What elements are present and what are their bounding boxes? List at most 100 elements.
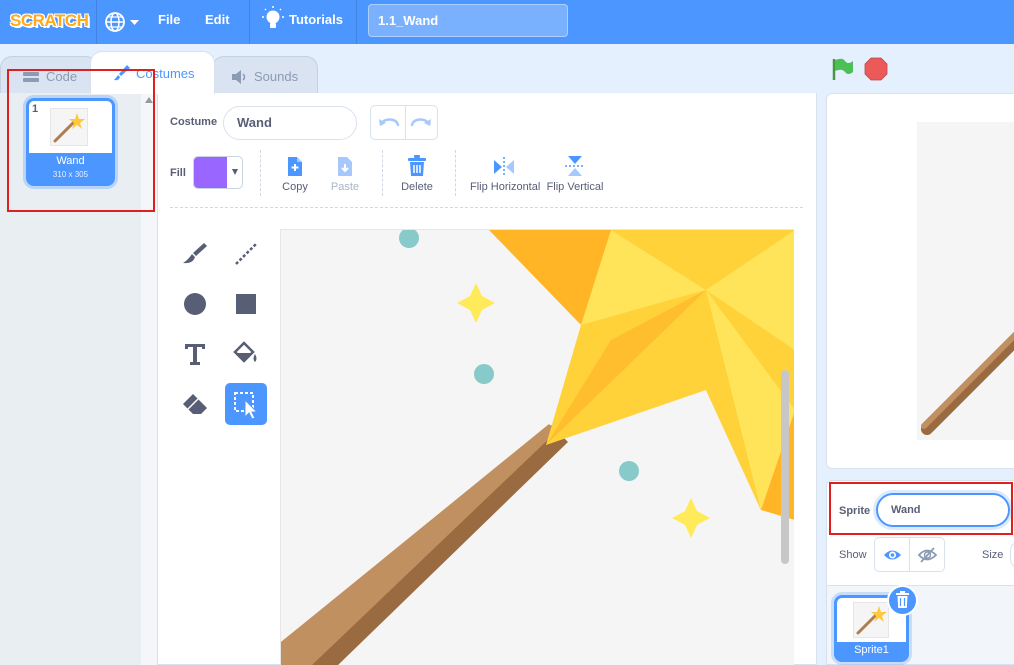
menu-divider — [249, 0, 250, 44]
rectangle-tool-button[interactable] — [225, 283, 267, 325]
costume-number: 1 — [32, 103, 39, 115]
size-label: Size — [982, 549, 1004, 561]
flip-horizontal-label: Flip Horizontal — [470, 181, 541, 193]
undo-redo-group — [370, 105, 438, 140]
editor-toolbar-divider — [170, 207, 803, 208]
stage-preview — [917, 122, 1014, 440]
brush-tool-icon — [183, 243, 207, 264]
stop-icon — [864, 57, 888, 81]
flip-vertical-icon — [565, 156, 585, 176]
canvas-scrollbar[interactable] — [781, 370, 789, 564]
paste-button[interactable]: Paste — [325, 150, 365, 198]
circle-tool-button[interactable] — [174, 283, 216, 325]
paint-bucket-icon — [233, 341, 257, 363]
toolbar-divider — [382, 150, 383, 196]
show-hidden-button[interactable] — [909, 537, 945, 572]
tab-code-label: Code — [46, 69, 78, 84]
menu-divider — [96, 0, 97, 44]
flip-horizontal-icon — [494, 157, 514, 177]
fill-label: Fill — [170, 167, 186, 179]
costume-dimensions: 310 x 305 — [52, 170, 89, 179]
edit-menu[interactable]: Edit — [205, 0, 230, 44]
sprite-thumbnail — [853, 602, 889, 638]
text-icon — [185, 344, 205, 365]
trash-icon — [896, 591, 909, 608]
delete-button[interactable]: Delete — [397, 150, 437, 198]
eye-icon — [884, 550, 901, 560]
wand-stick — [281, 424, 556, 665]
scratch-logo[interactable]: SCRATCH — [10, 6, 89, 36]
copy-icon — [288, 157, 302, 176]
sprite-name-input[interactable]: Wand — [876, 493, 1010, 527]
project-title-input[interactable]: 1.1_Wand — [368, 4, 568, 37]
costume-name: Wand — [56, 155, 85, 167]
undo-icon[interactable] — [371, 106, 405, 139]
sprite-name: Sprite1 — [854, 644, 889, 656]
toolbar-divider — [260, 150, 261, 196]
copy-button[interactable]: Copy — [275, 150, 315, 198]
line-icon — [235, 243, 257, 265]
text-tool-button[interactable] — [174, 333, 216, 375]
costume-list-scrollbar[interactable] — [141, 93, 157, 665]
paste-label: Paste — [330, 181, 360, 193]
sparkle-dot — [474, 364, 494, 384]
show-label: Show — [839, 549, 867, 561]
flip-horizontal-button[interactable]: Flip Horizontal — [470, 150, 541, 198]
brush-icon — [114, 65, 130, 81]
costume-item[interactable]: 1 Wand 310 x 305 — [26, 98, 115, 186]
speaker-icon — [232, 70, 246, 84]
code-icon — [23, 72, 39, 82]
rectangle-icon — [236, 294, 256, 314]
line-tool-button[interactable] — [225, 233, 267, 275]
toolbar-divider — [455, 150, 456, 196]
tab-code[interactable]: Code — [0, 56, 98, 94]
sprite-name-label: Sprite — [839, 505, 871, 517]
select-tool-button[interactable] — [225, 383, 267, 425]
redo-icon[interactable] — [405, 106, 439, 139]
menu-bar: SCRATCH File Edit Tutorials 1.1_Wand — [0, 0, 1014, 44]
fill-color-swatch — [194, 157, 227, 188]
tab-sounds[interactable]: Sounds — [212, 56, 318, 94]
globe-icon — [105, 12, 139, 32]
tab-costumes-label: Costumes — [136, 66, 195, 81]
sparkle-dot — [619, 461, 639, 481]
stop-button[interactable] — [864, 57, 888, 81]
paint-canvas[interactable] — [280, 229, 794, 665]
stage[interactable] — [826, 93, 1014, 469]
green-flag-button[interactable] — [831, 57, 855, 81]
scroll-up-arrow-icon[interactable] — [145, 97, 153, 103]
sparkle-star — [672, 498, 710, 538]
tutorials-label: Tutorials — [289, 12, 343, 27]
scratch-logo-text: SCRATCH — [10, 11, 89, 30]
tab-costumes[interactable]: Costumes — [90, 51, 215, 94]
brush-tool-button[interactable] — [174, 233, 216, 275]
circle-icon — [184, 293, 206, 315]
chevron-down-icon — [232, 169, 238, 175]
sparkle-star — [457, 283, 495, 323]
sparkle-dot — [399, 230, 419, 248]
file-menu[interactable]: File — [158, 0, 180, 44]
delete-label: Delete — [401, 181, 433, 193]
eye-slash-icon — [917, 547, 938, 563]
costume-name-input[interactable]: Wand — [223, 106, 357, 140]
flip-vertical-button[interactable]: Flip Vertical — [545, 150, 605, 198]
costume-thumbnail — [50, 108, 88, 146]
fill-tool-button[interactable] — [225, 333, 267, 375]
language-menu[interactable] — [104, 9, 144, 35]
copy-label: Copy — [282, 181, 308, 193]
trash-icon — [408, 155, 426, 176]
show-visible-button[interactable] — [874, 537, 910, 572]
lightbulb-icon — [262, 6, 284, 28]
tab-sounds-label: Sounds — [254, 69, 299, 84]
fill-color-picker[interactable] — [193, 156, 243, 189]
eraser-tool-button[interactable] — [174, 383, 216, 425]
wand-artwork — [281, 230, 794, 665]
flip-vertical-label: Flip Vertical — [546, 181, 604, 193]
delete-sprite-button[interactable] — [887, 585, 918, 616]
select-icon — [234, 392, 259, 420]
eraser-icon — [183, 394, 207, 414]
wand-thumbnail-icon — [856, 606, 887, 635]
green-flag-icon — [832, 58, 853, 80]
menu-divider — [356, 0, 357, 44]
costume-name-label: Costume — [170, 116, 218, 128]
